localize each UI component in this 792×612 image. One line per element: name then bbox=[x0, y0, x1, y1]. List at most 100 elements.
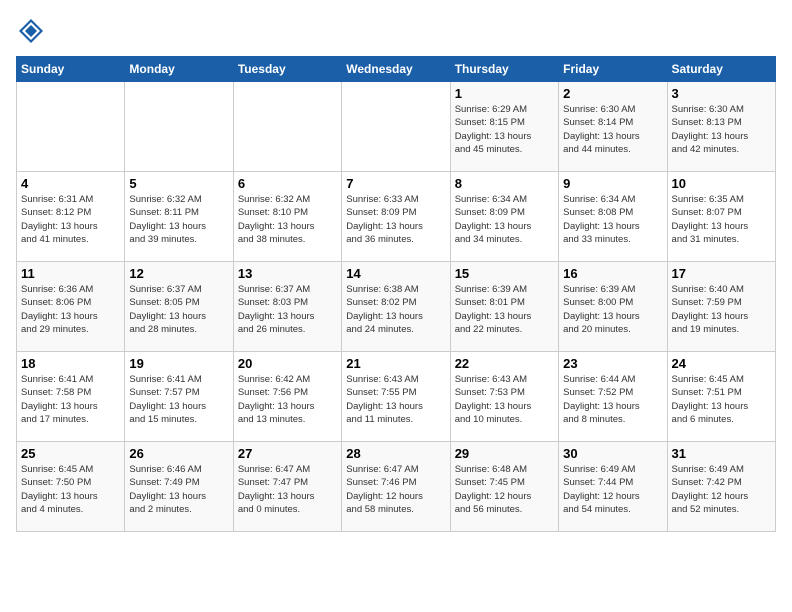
day-cell: 7Sunrise: 6:33 AM Sunset: 8:09 PM Daylig… bbox=[342, 172, 450, 262]
day-info: Sunrise: 6:40 AM Sunset: 7:59 PM Dayligh… bbox=[672, 283, 771, 336]
day-cell bbox=[233, 82, 341, 172]
day-info: Sunrise: 6:29 AM Sunset: 8:15 PM Dayligh… bbox=[455, 103, 554, 156]
day-info: Sunrise: 6:43 AM Sunset: 7:55 PM Dayligh… bbox=[346, 373, 445, 426]
day-info: Sunrise: 6:42 AM Sunset: 7:56 PM Dayligh… bbox=[238, 373, 337, 426]
calendar-table: SundayMondayTuesdayWednesdayThursdayFrid… bbox=[16, 56, 776, 532]
day-info: Sunrise: 6:32 AM Sunset: 8:10 PM Dayligh… bbox=[238, 193, 337, 246]
week-row-3: 11 Sunrise: 6:36 AM Sunset: 8:06 PM Dayli… bbox=[17, 262, 776, 352]
day-cell: 27 Sunrise: 6:47 AM Sunset: 7:47 PM Dayli… bbox=[233, 442, 341, 532]
day-cell: 20 Sunrise: 6:42 AM Sunset: 7:56 PM Dayli… bbox=[233, 352, 341, 442]
day-number: 13 bbox=[238, 266, 337, 281]
day-number: 27 bbox=[238, 446, 337, 461]
day-cell: 16 Sunrise: 6:39 AM Sunset: 8:00 PM Dayli… bbox=[559, 262, 667, 352]
day-cell: 11 Sunrise: 6:36 AM Sunset: 8:06 PM Dayli… bbox=[17, 262, 125, 352]
day-number: 6 bbox=[238, 176, 337, 191]
day-info: Sunrise: 6:38 AM Sunset: 8:02 PM Dayligh… bbox=[346, 283, 445, 336]
day-number: 28 bbox=[346, 446, 445, 461]
day-number: 29 bbox=[455, 446, 554, 461]
day-number: 20 bbox=[238, 356, 337, 371]
day-info: Sunrise: 6:37 AM Sunset: 8:03 PM Dayligh… bbox=[238, 283, 337, 336]
day-cell: 9 Sunrise: 6:34 AM Sunset: 8:08 PM Daylig… bbox=[559, 172, 667, 262]
day-number: 9 bbox=[563, 176, 662, 191]
day-cell: 31 Sunrise: 6:49 AM Sunset: 7:42 PM Dayli… bbox=[667, 442, 775, 532]
week-row-5: 25 Sunrise: 6:45 AM Sunset: 7:50 PM Dayli… bbox=[17, 442, 776, 532]
calendar-header: SundayMondayTuesdayWednesdayThursdayFrid… bbox=[17, 57, 776, 82]
day-cell: 6 Sunrise: 6:32 AM Sunset: 8:10 PM Daylig… bbox=[233, 172, 341, 262]
day-cell: 23 Sunrise: 6:44 AM Sunset: 7:52 PM Dayli… bbox=[559, 352, 667, 442]
day-number: 3 bbox=[672, 86, 771, 101]
day-cell: 22 Sunrise: 6:43 AM Sunset: 7:53 PM Dayli… bbox=[450, 352, 558, 442]
day-number: 14 bbox=[346, 266, 445, 281]
calendar-body: 1 Sunrise: 6:29 AM Sunset: 8:15 PM Daylig… bbox=[17, 82, 776, 532]
header-row: SundayMondayTuesdayWednesdayThursdayFrid… bbox=[17, 57, 776, 82]
day-cell: 12 Sunrise: 6:37 AM Sunset: 8:05 PM Dayli… bbox=[125, 262, 233, 352]
day-cell: 25 Sunrise: 6:45 AM Sunset: 7:50 PM Dayli… bbox=[17, 442, 125, 532]
header-cell-friday: Friday bbox=[559, 57, 667, 82]
day-info: Sunrise: 6:39 AM Sunset: 8:01 PM Dayligh… bbox=[455, 283, 554, 336]
week-row-4: 18 Sunrise: 6:41 AM Sunset: 7:58 PM Dayli… bbox=[17, 352, 776, 442]
day-info: Sunrise: 6:30 AM Sunset: 8:13 PM Dayligh… bbox=[672, 103, 771, 156]
day-info: Sunrise: 6:46 AM Sunset: 7:49 PM Dayligh… bbox=[129, 463, 228, 516]
day-info: Sunrise: 6:47 AM Sunset: 7:46 PM Dayligh… bbox=[346, 463, 445, 516]
day-number: 31 bbox=[672, 446, 771, 461]
day-cell: 5 Sunrise: 6:32 AM Sunset: 8:11 PM Daylig… bbox=[125, 172, 233, 262]
day-cell bbox=[17, 82, 125, 172]
day-info: Sunrise: 6:41 AM Sunset: 7:58 PM Dayligh… bbox=[21, 373, 120, 426]
day-cell: 8Sunrise: 6:34 AM Sunset: 8:09 PM Daylig… bbox=[450, 172, 558, 262]
day-info: Sunrise: 6:37 AM Sunset: 8:05 PM Dayligh… bbox=[129, 283, 228, 336]
day-info: Sunrise: 6:43 AM Sunset: 7:53 PM Dayligh… bbox=[455, 373, 554, 426]
week-row-2: 4 Sunrise: 6:31 AM Sunset: 8:12 PM Daylig… bbox=[17, 172, 776, 262]
day-number: 11 bbox=[21, 266, 120, 281]
logo-icon bbox=[16, 16, 46, 46]
day-cell: 30 Sunrise: 6:49 AM Sunset: 7:44 PM Dayli… bbox=[559, 442, 667, 532]
day-number: 30 bbox=[563, 446, 662, 461]
day-info: Sunrise: 6:36 AM Sunset: 8:06 PM Dayligh… bbox=[21, 283, 120, 336]
day-cell: 17Sunrise: 6:40 AM Sunset: 7:59 PM Dayli… bbox=[667, 262, 775, 352]
day-cell: 2Sunrise: 6:30 AM Sunset: 8:14 PM Daylig… bbox=[559, 82, 667, 172]
day-info: Sunrise: 6:30 AM Sunset: 8:14 PM Dayligh… bbox=[563, 103, 662, 156]
day-cell: 29 Sunrise: 6:48 AM Sunset: 7:45 PM Dayli… bbox=[450, 442, 558, 532]
header-cell-sunday: Sunday bbox=[17, 57, 125, 82]
logo bbox=[16, 16, 48, 46]
header-cell-monday: Monday bbox=[125, 57, 233, 82]
day-number: 5 bbox=[129, 176, 228, 191]
day-info: Sunrise: 6:44 AM Sunset: 7:52 PM Dayligh… bbox=[563, 373, 662, 426]
day-cell bbox=[125, 82, 233, 172]
day-info: Sunrise: 6:45 AM Sunset: 7:50 PM Dayligh… bbox=[21, 463, 120, 516]
day-number: 21 bbox=[346, 356, 445, 371]
week-row-1: 1 Sunrise: 6:29 AM Sunset: 8:15 PM Daylig… bbox=[17, 82, 776, 172]
day-info: Sunrise: 6:47 AM Sunset: 7:47 PM Dayligh… bbox=[238, 463, 337, 516]
day-number: 1 bbox=[455, 86, 554, 101]
header-cell-wednesday: Wednesday bbox=[342, 57, 450, 82]
day-info: Sunrise: 6:49 AM Sunset: 7:44 PM Dayligh… bbox=[563, 463, 662, 516]
day-cell bbox=[342, 82, 450, 172]
day-cell: 19Sunrise: 6:41 AM Sunset: 7:57 PM Dayli… bbox=[125, 352, 233, 442]
day-cell: 18 Sunrise: 6:41 AM Sunset: 7:58 PM Dayli… bbox=[17, 352, 125, 442]
day-number: 15 bbox=[455, 266, 554, 281]
day-info: Sunrise: 6:32 AM Sunset: 8:11 PM Dayligh… bbox=[129, 193, 228, 246]
day-info: Sunrise: 6:34 AM Sunset: 8:08 PM Dayligh… bbox=[563, 193, 662, 246]
day-number: 16 bbox=[563, 266, 662, 281]
day-number: 23 bbox=[563, 356, 662, 371]
day-info: Sunrise: 6:49 AM Sunset: 7:42 PM Dayligh… bbox=[672, 463, 771, 516]
day-cell: 3 Sunrise: 6:30 AM Sunset: 8:13 PM Daylig… bbox=[667, 82, 775, 172]
day-number: 12 bbox=[129, 266, 228, 281]
day-info: Sunrise: 6:31 AM Sunset: 8:12 PM Dayligh… bbox=[21, 193, 120, 246]
day-number: 7 bbox=[346, 176, 445, 191]
day-info: Sunrise: 6:39 AM Sunset: 8:00 PM Dayligh… bbox=[563, 283, 662, 336]
day-number: 26 bbox=[129, 446, 228, 461]
day-cell: 1 Sunrise: 6:29 AM Sunset: 8:15 PM Daylig… bbox=[450, 82, 558, 172]
day-cell: 15 Sunrise: 6:39 AM Sunset: 8:01 PM Dayli… bbox=[450, 262, 558, 352]
day-info: Sunrise: 6:48 AM Sunset: 7:45 PM Dayligh… bbox=[455, 463, 554, 516]
day-number: 18 bbox=[21, 356, 120, 371]
day-cell: 24Sunrise: 6:45 AM Sunset: 7:51 PM Dayli… bbox=[667, 352, 775, 442]
day-number: 22 bbox=[455, 356, 554, 371]
day-number: 4 bbox=[21, 176, 120, 191]
day-info: Sunrise: 6:35 AM Sunset: 8:07 PM Dayligh… bbox=[672, 193, 771, 246]
day-cell: 26 Sunrise: 6:46 AM Sunset: 7:49 PM Dayli… bbox=[125, 442, 233, 532]
day-number: 10 bbox=[672, 176, 771, 191]
day-number: 24 bbox=[672, 356, 771, 371]
day-cell: 4 Sunrise: 6:31 AM Sunset: 8:12 PM Daylig… bbox=[17, 172, 125, 262]
day-cell: 21 Sunrise: 6:43 AM Sunset: 7:55 PM Dayli… bbox=[342, 352, 450, 442]
day-number: 25 bbox=[21, 446, 120, 461]
